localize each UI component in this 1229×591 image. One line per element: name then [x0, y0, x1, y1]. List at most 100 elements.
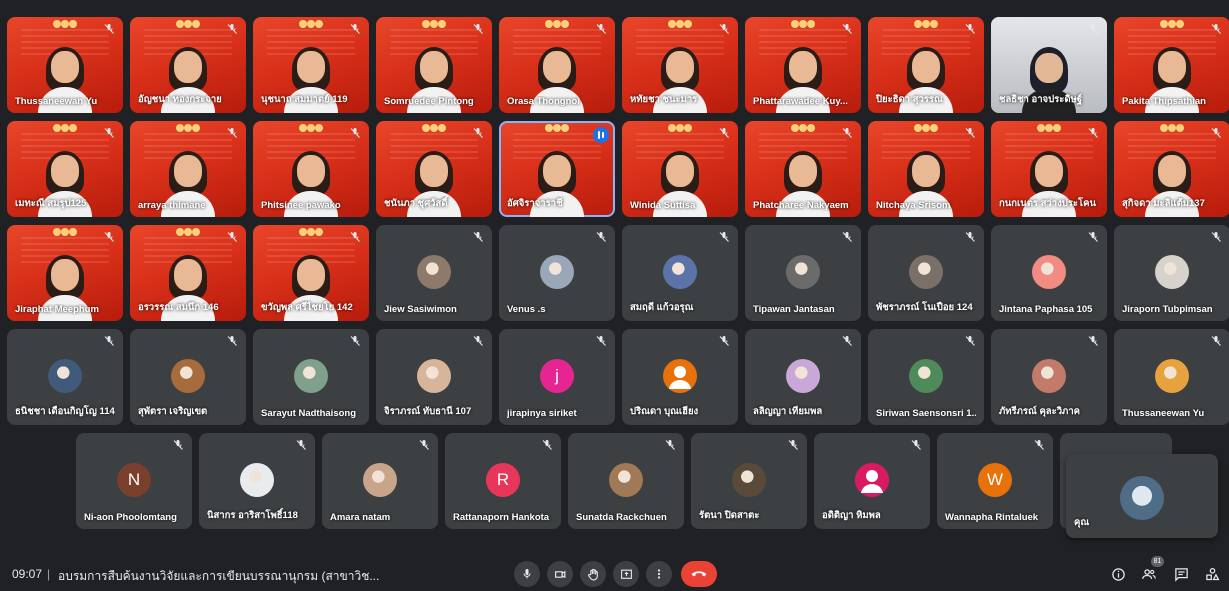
participant-name: อัญชนา ทองกระจาย — [138, 94, 222, 105]
participant-tile[interactable]: ปริณดา บุณเฮียง — [622, 329, 738, 425]
participant-name: Sarayut Nadthaisong — [261, 408, 357, 419]
participant-tile[interactable]: ลลิญญา เทียมพล — [745, 329, 861, 425]
banner-logos — [791, 20, 815, 28]
raise-hand-button[interactable] — [580, 561, 606, 587]
participant-tile[interactable]: กนกเนตร สว่างประโคน — [991, 121, 1107, 217]
self-view-tile[interactable]: คุณ — [1066, 454, 1218, 538]
participant-name: พัชราภรณ์ โนเปือย 124 — [876, 302, 973, 313]
participant-tile[interactable]: สุกิจดา มะลิแต้ม137 — [1114, 121, 1229, 217]
participant-tile[interactable]: Jiew Sasiwimon — [376, 225, 492, 321]
participant-tile[interactable]: Sunatda Rackchuen — [568, 433, 684, 529]
mic-muted-icon — [841, 23, 853, 35]
participant-tile[interactable]: Tipawan Jantasan — [745, 225, 861, 321]
chat-button[interactable] — [1172, 565, 1190, 583]
info-icon — [1111, 567, 1125, 581]
participant-tile[interactable]: สุพัตรา เจริญเขต — [130, 329, 246, 425]
participant-name: Sunatda Rackchuen — [576, 512, 667, 523]
mic-muted-icon — [226, 335, 238, 347]
participant-tile[interactable]: N Ni-aon Phoolomtang — [76, 433, 192, 529]
participant-tile[interactable]: พัชราภรณ์ โนเปือย 124 — [868, 225, 984, 321]
participant-tile[interactable]: Venus .s — [499, 225, 615, 321]
participant-tile[interactable]: Jiraporn Tubpimsan — [1114, 225, 1229, 321]
default-avatar — [855, 463, 889, 497]
participant-tile[interactable]: Jintana Paphasa 105 — [991, 225, 1107, 321]
banner-logos — [176, 124, 200, 132]
participant-name: Jiew Sasiwimon — [384, 304, 457, 315]
mic-muted-icon — [595, 23, 607, 35]
participant-tile[interactable]: Amara natam — [322, 433, 438, 529]
participant-tile[interactable]: Phattarawadee Kuy... — [745, 17, 861, 113]
participant-tile[interactable]: ปิยะธิดา สุวรรณ — [868, 17, 984, 113]
participant-tile[interactable]: Phatcharee Nakyaem — [745, 121, 861, 217]
people-button[interactable] — [1140, 565, 1158, 583]
participant-tile[interactable]: อัญชนา ทองกระจาย — [130, 17, 246, 113]
participant-tile[interactable]: Siriwan Saensonsri 1... — [868, 329, 984, 425]
participant-tile[interactable]: arraya thimane — [130, 121, 246, 217]
participant-tile[interactable]: สมฤดี แก้วอรุณ — [622, 225, 738, 321]
participant-tile[interactable]: j jirapinya siriket — [499, 329, 615, 425]
end-call-button[interactable] — [681, 561, 717, 587]
avatar — [171, 359, 205, 393]
participant-tile[interactable]: Nitchaya Srisom — [868, 121, 984, 217]
participant-tile[interactable]: ชลธิชา อาจประดิษฐ์ — [991, 17, 1107, 113]
participant-tile[interactable]: ขวัญพล ศรีไชยโย 142 — [253, 225, 369, 321]
participant-tile[interactable]: อรวรรณ สมนึก 146 — [130, 225, 246, 321]
more-options-button[interactable] — [646, 561, 672, 587]
participant-name: ชลธิชา อาจประดิษฐ์ — [999, 94, 1083, 105]
participant-tile[interactable]: W Wannapha Rintaluek — [937, 433, 1053, 529]
mic-muted-icon — [595, 231, 607, 243]
mic-muted-icon — [1210, 23, 1222, 35]
participant-name: กนกเนตร สว่างประโคน — [999, 198, 1096, 209]
mic-muted-icon — [664, 439, 676, 451]
banner-logos — [53, 124, 77, 132]
participant-tile[interactable]: Thussaneewan Yu — [7, 17, 123, 113]
participant-tile[interactable]: หทัยชา ชนะมาร — [622, 17, 738, 113]
participant-tile[interactable]: Pakita Thipsathian — [1114, 17, 1229, 113]
banner-logos — [914, 20, 938, 28]
participant-tile[interactable]: Winida Suttisa — [622, 121, 738, 217]
participant-name: ภัทรีภรณ์ คุละวิภาค — [999, 406, 1081, 417]
meeting-info-button[interactable] — [1109, 565, 1127, 583]
camera-icon — [554, 570, 565, 578]
activities-button[interactable] — [1203, 565, 1221, 583]
mic-muted-icon — [1087, 335, 1099, 347]
participant-name: Jiraphat Meephum — [15, 304, 99, 315]
banner-logos — [422, 20, 446, 28]
mic-icon — [523, 569, 531, 579]
participant-tile[interactable]: ชนันภา ชุศวัสดิ์ — [376, 121, 492, 217]
participant-tile[interactable]: ธนิชชา เดือนกิญโญ 114 — [7, 329, 123, 425]
mic-muted-icon — [841, 231, 853, 243]
participant-tile[interactable]: Thussaneewan Yu — [1114, 329, 1229, 425]
mic-button[interactable] — [514, 561, 540, 587]
avatar — [417, 255, 451, 289]
title-separator: | — [47, 567, 51, 581]
participant-tile[interactable]: อัศจิราจาราชี — [499, 121, 615, 217]
participant-name: Phatcharee Nakyaem — [753, 200, 849, 211]
participant-tile[interactable]: อดิติญา หิมพล — [814, 433, 930, 529]
mic-muted-icon — [1087, 23, 1099, 35]
participant-tile[interactable]: รัตนา ปิดสาตะ — [691, 433, 807, 529]
avatar — [294, 359, 328, 393]
participant-tile[interactable]: จิราภรณ์ ทับธานี 107 — [376, 329, 492, 425]
participant-name: รัตนา ปิดสาตะ — [699, 510, 760, 521]
participant-tile[interactable]: เมทะณี สมรุป125 — [7, 121, 123, 217]
participant-tile[interactable]: Phitsinee pawako — [253, 121, 369, 217]
camera-button[interactable] — [547, 561, 573, 587]
mic-muted-icon — [472, 335, 484, 347]
participant-tile[interactable]: R Rattanaporn Hankota — [445, 433, 561, 529]
participant-tile[interactable]: Sarayut Nadthaisong — [253, 329, 369, 425]
participant-tile[interactable]: Somruedee Pintong — [376, 17, 492, 113]
participant-name: ปิยะธิดา สุวรรณ — [876, 94, 943, 105]
present-button[interactable] — [613, 561, 639, 587]
participant-name: Wannapha Rintaluek — [945, 512, 1039, 523]
participant-tile[interactable]: นุชนาถ สมมาตย์ 119 — [253, 17, 369, 113]
participant-name: นิสากร อาริสาโพธิ์118 — [207, 510, 298, 521]
participant-tile[interactable]: Orasa Thongnoi — [499, 17, 615, 113]
participant-tile[interactable]: ภัทรีภรณ์ คุละวิภาค — [991, 329, 1107, 425]
participant-name: Venus .s — [507, 304, 546, 315]
mic-muted-icon — [226, 231, 238, 243]
banner-logos — [299, 228, 323, 236]
participant-tile[interactable]: Jiraphat Meephum — [7, 225, 123, 321]
participant-tile[interactable]: นิสากร อาริสาโพธิ์118 — [199, 433, 315, 529]
mic-muted-icon — [103, 335, 115, 347]
